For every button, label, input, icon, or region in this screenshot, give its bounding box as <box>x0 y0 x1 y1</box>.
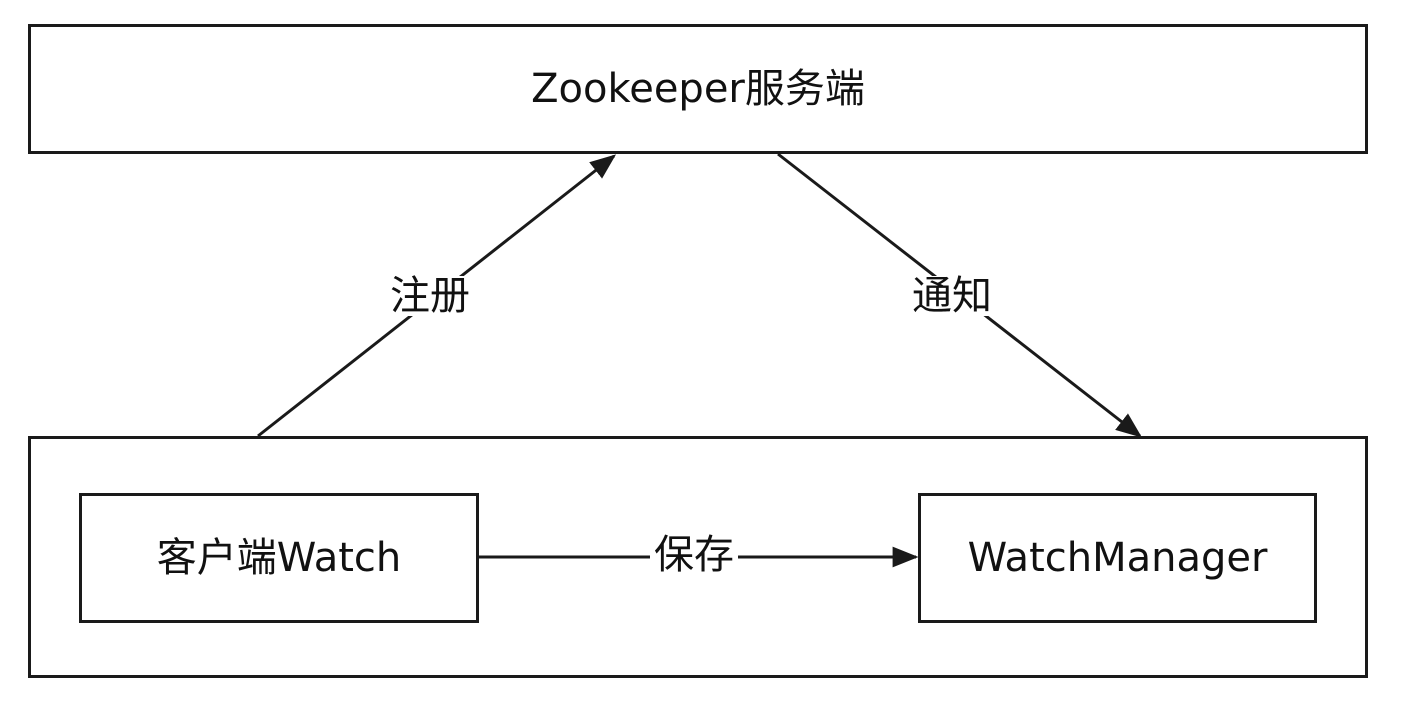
save-edge-label: 保存 <box>650 535 738 575</box>
notify-edge-label: 通知 <box>908 276 996 316</box>
diagram-edges <box>257 152 1143 568</box>
register-edge-label: 注册 <box>386 276 474 316</box>
